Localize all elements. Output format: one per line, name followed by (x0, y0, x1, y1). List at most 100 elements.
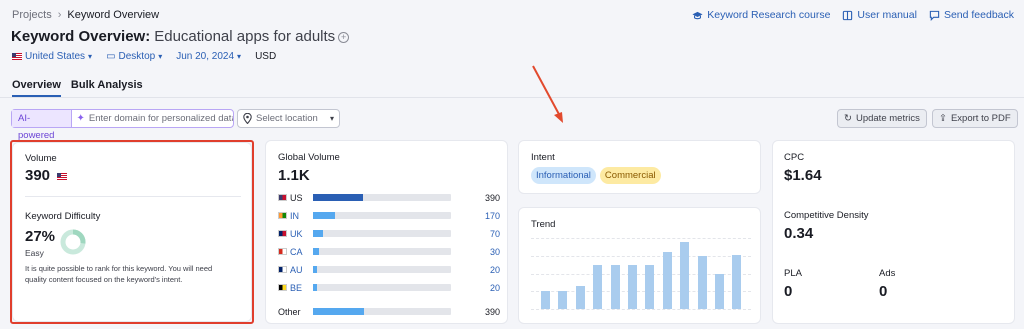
global-volume-card: Global Volume 1.1K US 390 IN 170 UK 70 CA 30 AU 2… (265, 140, 508, 324)
country-bar-fill (313, 212, 336, 219)
trend-card: Trend (518, 207, 761, 324)
keyword-research-course-label: Keyword Research course (707, 9, 831, 21)
country-value: 390 (484, 192, 500, 203)
chevron-down-icon: ▾ (88, 52, 93, 61)
intent-tag-informational: Informational (531, 167, 596, 184)
pla-label: PLA (784, 268, 802, 279)
country-row-be: BE 20 (278, 282, 500, 293)
country-value: 20 (489, 282, 500, 293)
tabs: Overview Bulk Analysis (12, 79, 143, 97)
domain-input[interactable]: ✦ Enter domain for personalized data (72, 110, 233, 127)
intent-tag-commercial: Commercial (599, 167, 661, 184)
country-bar-fill (313, 194, 363, 201)
trend-bar (732, 255, 742, 309)
send-feedback-label: Send feedback (943, 9, 1014, 21)
trend-chart (531, 234, 751, 320)
send-feedback-link[interactable]: Send feedback (929, 9, 1014, 21)
country-selector[interactable]: United States ▾ (12, 51, 92, 62)
trend-bar (645, 264, 655, 309)
breadcrumb-current: Keyword Overview (67, 9, 160, 21)
date-label: Jun 20, 2024 (176, 51, 235, 62)
currency-label: USD (255, 51, 277, 62)
tab-overview[interactable]: Overview (12, 79, 61, 97)
export-pdf-label: Export to PDF (950, 113, 1011, 124)
country-bar-fill (313, 248, 319, 255)
country-code[interactable]: IN (290, 211, 313, 221)
in-flag-icon (278, 212, 287, 219)
header-area: Projects › Keyword Overview Keyword Resear… (0, 0, 1024, 98)
ads-value: 0 (879, 283, 888, 300)
country-bar-fill (313, 308, 365, 315)
location-select[interactable]: Select location ▾ (237, 109, 340, 128)
country-code[interactable]: UK (290, 229, 313, 239)
country-bar-track (313, 212, 451, 219)
page-title-keyword: Educational apps for adults (154, 28, 336, 45)
trend-gridline (531, 309, 751, 310)
country-value: 390 (484, 306, 500, 317)
country-bar-fill (313, 230, 323, 237)
add-keyword-icon[interactable]: + (338, 32, 350, 43)
country-row-in: IN 170 (278, 210, 500, 221)
country-bar-track (313, 284, 451, 291)
highlight-box (10, 140, 254, 324)
global-volume-label: Global Volume (278, 152, 340, 163)
country-bar-track (313, 266, 451, 273)
trend-bar (680, 242, 690, 309)
update-metrics-label: Update metrics (855, 113, 920, 124)
book-icon (843, 10, 853, 20)
trend-bar (715, 273, 724, 309)
annotation-arrow (532, 65, 563, 123)
country-code[interactable]: CA (290, 247, 313, 257)
filters-bar: United States ▾ ▭ Desktop ▾ Jun 20, 2024 ▾ U… (12, 51, 276, 62)
ai-powered-badge: AI-powered (12, 110, 73, 141)
page-title: Keyword Overview: Educational apps for ad… (11, 28, 350, 45)
country-row-us: US 390 (278, 192, 500, 203)
device-selector[interactable]: ▭ Desktop ▾ (106, 51, 162, 62)
country-bar-fill (313, 266, 318, 273)
trend-gridline (531, 238, 751, 239)
uk-flag-icon (278, 230, 287, 237)
keyword-research-course-link[interactable]: Keyword Research course (692, 9, 830, 21)
chevron-down-icon: ▾ (237, 52, 242, 61)
cpc-value: $1.64 (784, 167, 822, 184)
country-label: United States (25, 51, 86, 62)
intent-card: Intent Informational Commercial (518, 140, 761, 194)
country-code[interactable]: AU (290, 265, 313, 275)
export-icon: ⇪ (939, 113, 947, 124)
date-selector[interactable]: Jun 20, 2024 ▾ (176, 51, 241, 62)
tab-bulk-analysis[interactable]: Bulk Analysis (71, 79, 143, 97)
chevron-down-icon: ▾ (329, 114, 334, 123)
competitive-density-label: Competitive Density (784, 210, 869, 221)
country-value: 20 (489, 264, 500, 275)
domain-input-group: AI-powered ✦ Enter domain for personalize… (11, 109, 234, 141)
country-value: 70 (489, 228, 500, 239)
country-code[interactable]: BE (290, 283, 313, 293)
country-bar-fill (313, 284, 318, 291)
trend-bar (628, 264, 637, 309)
intent-label: Intent (531, 152, 555, 163)
top-links: Keyword Research course User manual Send… (692, 9, 1014, 21)
global-volume-value: 1.1K (278, 167, 310, 184)
country-bar-track (313, 308, 451, 315)
us-flag-icon (278, 194, 287, 201)
cpc-label: CPC (784, 152, 805, 163)
ads-label: Ads (879, 268, 896, 279)
breadcrumb-separator: › (57, 9, 62, 21)
user-manual-link[interactable]: User manual (842, 9, 917, 21)
trend-bar (541, 290, 550, 309)
trend-label: Trend (531, 219, 556, 230)
breadcrumb-projects[interactable]: Projects (12, 9, 52, 21)
intent-tags: Informational Commercial (531, 167, 661, 184)
country-value: 170 (484, 210, 500, 221)
country-row-other: Other 390 (278, 306, 500, 317)
export-pdf-button[interactable]: ⇪ Export to PDF (932, 109, 1018, 128)
be-flag-icon (278, 284, 287, 291)
update-metrics-button[interactable]: ↻ Update metrics (837, 109, 927, 128)
country-list: US 390 IN 170 UK 70 CA 30 AU 20 BE 20 Other 390 (278, 192, 500, 322)
domain-input-placeholder: Enter domain for personalized data (88, 113, 233, 124)
breadcrumb: Projects › Keyword Overview (12, 9, 159, 21)
trend-bar (593, 264, 603, 309)
refresh-icon: ↻ (844, 113, 852, 124)
metrics-card: CPC $1.64 Competitive Density 0.34 PLA 0… (772, 140, 1015, 324)
country-code[interactable]: US (290, 193, 313, 203)
